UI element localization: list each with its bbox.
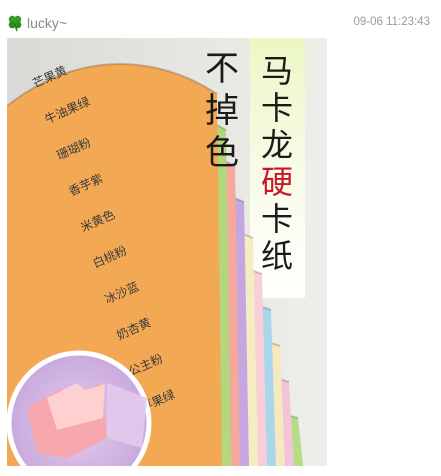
headline-right-char: 马 <box>261 52 293 90</box>
headline-right: 马卡龙硬卡纸 <box>261 52 293 275</box>
headline-right-char: 龙 <box>261 126 293 164</box>
review-timestamp: 09-06 11:23:43 <box>353 16 430 28</box>
headline-right-char: 硬 <box>261 163 293 201</box>
headline-left-char: 不 <box>205 49 239 89</box>
review-header: lucky~ 09-06 11:23:43 <box>0 0 441 38</box>
user-info[interactable]: lucky~ <box>6 14 67 32</box>
headline-right-char: 卡 <box>261 89 293 127</box>
headline-left: 不掉色 <box>205 49 239 173</box>
username[interactable]: lucky~ <box>27 15 67 31</box>
review-photo[interactable]: 芒果黄 牛油果绿 珊瑚粉 香芋紫 米黄色 白桃粉 冰沙蓝 奶杏黄 公主粉 苹果绿 不掉色 马卡龙硬… <box>7 38 327 466</box>
headline-left-char: 色 <box>205 133 239 173</box>
headline-left-char: 掉 <box>205 91 239 131</box>
four-leaf-clover-icon <box>8 15 22 32</box>
headline-right-char: 纸 <box>261 237 293 275</box>
headline-right-char: 卡 <box>261 200 293 238</box>
torn-paper-closeup <box>7 350 152 466</box>
